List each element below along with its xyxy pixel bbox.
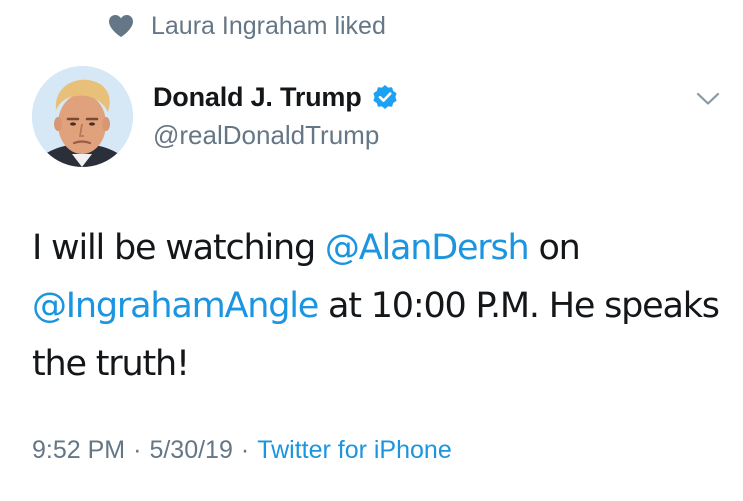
display-name[interactable]: Donald J. Trump xyxy=(153,82,362,113)
avatar[interactable] xyxy=(32,66,133,167)
tweet-date[interactable]: 5/30/19 xyxy=(149,436,232,465)
tweet-text-segment: I will be watching xyxy=(32,228,325,268)
mention-link[interactable]: @AlanDersh xyxy=(325,228,530,268)
meta-separator: · xyxy=(133,436,142,464)
meta-separator: · xyxy=(240,436,250,464)
social-context-text[interactable]: Laura Ingraham liked xyxy=(151,12,386,41)
handle[interactable]: @realDonaldTrump xyxy=(153,120,398,151)
mention-link[interactable]: @IngrahamAngle xyxy=(32,286,319,326)
social-context: Laura Ingraham liked xyxy=(108,8,386,44)
user-block[interactable]: Donald J. Trump @realDonaldTrump xyxy=(153,78,398,151)
tweet-card[interactable]: Laura Ingraham liked Donald J. Trump @re… xyxy=(0,0,743,501)
verified-badge-icon xyxy=(372,84,398,110)
tweet-text-segment: on xyxy=(528,228,580,268)
tweet-meta: 9:52 PM · 5/30/19 · Twitter for iPhone xyxy=(32,436,452,465)
tweet-source-link[interactable]: Twitter for iPhone xyxy=(257,436,452,465)
tweet-text: I will be watching @AlanDersh on @Ingrah… xyxy=(32,219,722,393)
tweet-time[interactable]: 9:52 PM xyxy=(32,436,125,465)
chevron-down-icon[interactable] xyxy=(695,86,721,112)
heart-icon xyxy=(108,14,134,38)
name-row: Donald J. Trump xyxy=(153,78,398,116)
